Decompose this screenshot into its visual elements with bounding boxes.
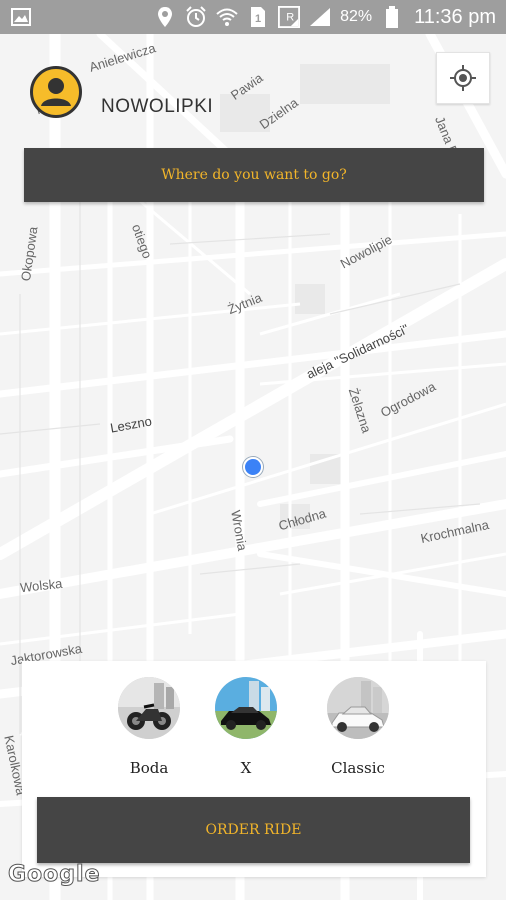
google-wordmark: Google [8, 862, 101, 888]
status-bar: 1 R 82% 11:36 pm [0, 0, 506, 34]
profile-avatar-button[interactable] [30, 66, 82, 118]
ride-option-label: X [240, 759, 252, 777]
motorbike-image [118, 677, 180, 739]
my-location-icon [450, 65, 476, 91]
clock: 11:36 pm [414, 5, 496, 28]
ride-option-x[interactable]: X [196, 677, 296, 777]
destination-search-button[interactable]: Where do you want to go? [24, 148, 484, 202]
order-ride-button[interactable]: ORDER RIDE [37, 797, 470, 863]
alarm-icon [185, 6, 207, 28]
white-car-image [327, 677, 389, 739]
black-car-image [215, 677, 277, 739]
location-pin-icon [154, 6, 176, 28]
ride-option-label: Boda [129, 759, 169, 777]
current-place-name: NOWOLIPKI [101, 96, 214, 117]
my-location-button[interactable] [436, 52, 490, 104]
signal-icon [309, 6, 331, 28]
gallery-icon [10, 6, 32, 28]
ride-option-classic[interactable]: Classic [308, 677, 408, 777]
battery-percent: 82% [340, 8, 373, 25]
destination-search-label: Where do you want to go? [161, 167, 347, 183]
user-icon [41, 78, 71, 106]
wifi-icon [216, 6, 238, 28]
ride-selection-panel: Boda X Classic ORDER RIDE [22, 661, 486, 877]
battery-icon [381, 6, 403, 28]
ride-option-boda[interactable]: Boda [99, 677, 199, 777]
user-location-marker [243, 457, 263, 477]
sim-icon: 1 [247, 6, 269, 28]
svg-text:1: 1 [255, 13, 261, 25]
ride-option-label: Classic [331, 759, 385, 777]
roaming-icon: R [278, 6, 301, 28]
svg-text:R: R [286, 12, 294, 24]
order-ride-label: ORDER RIDE [205, 822, 302, 838]
google-logo: Google [8, 862, 101, 888]
